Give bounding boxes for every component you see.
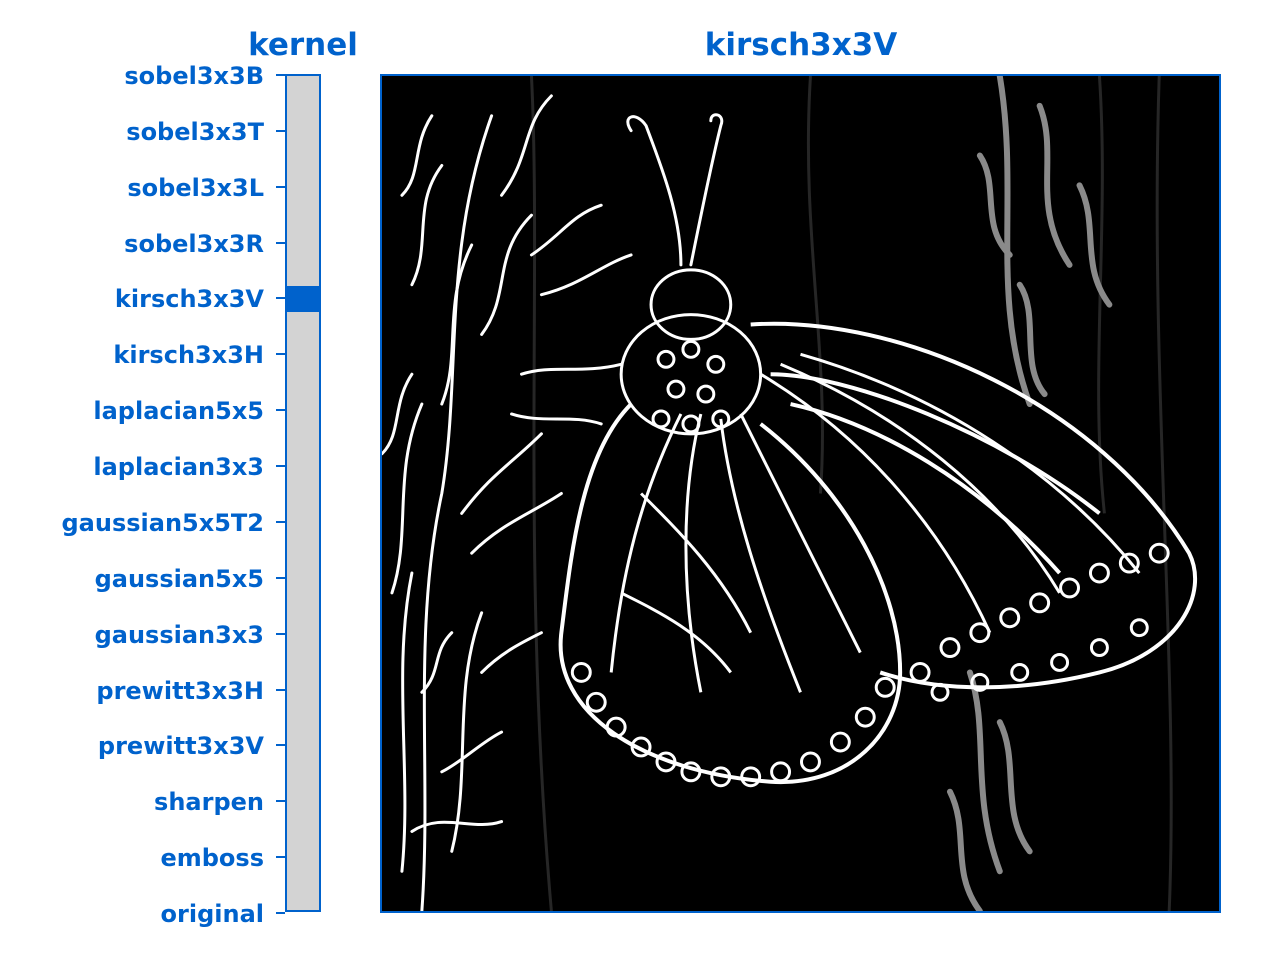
kernel-slider-tick: [276, 465, 285, 468]
image-panel-title: kirsch3x3V: [704, 27, 898, 63]
kernel-slider-tick: [276, 241, 285, 244]
kernel-option-sobel3x3b[interactable]: sobel3x3B: [124, 64, 264, 88]
kernel-option-sobel3x3r[interactable]: sobel3x3R: [124, 232, 264, 256]
kernel-slider-tick: [276, 744, 285, 747]
kernel-slider-handle[interactable]: [287, 286, 319, 313]
kernel-slider-tick: [276, 409, 285, 412]
kernel-slider-tick: [276, 576, 285, 579]
kernel-slider-tick: [276, 297, 285, 300]
kernel-option-sobel3x3t[interactable]: sobel3x3T: [126, 120, 264, 144]
kernel-slider-tick: [276, 520, 285, 523]
kernel-option-original[interactable]: original: [161, 902, 264, 926]
kernel-slider-tick: [276, 632, 285, 635]
butterfly-edge-detection-image: [382, 76, 1219, 911]
kernel-panel-title: kernel: [248, 27, 358, 63]
kernel-slider-tick: [276, 688, 285, 691]
kernel-option-gaussian5x5t2[interactable]: gaussian5x5T2: [62, 511, 265, 535]
kernel-option-sharpen[interactable]: sharpen: [154, 790, 264, 814]
kernel-option-laplacian5x5[interactable]: laplacian5x5: [93, 399, 264, 423]
kernel-slider-tick: [276, 856, 285, 859]
kernel-slider[interactable]: [285, 74, 321, 912]
kernel-option-gaussian3x3[interactable]: gaussian3x3: [95, 623, 264, 647]
kernel-slider-tick: [276, 800, 285, 803]
kernel-option-prewitt3x3v[interactable]: prewitt3x3V: [98, 734, 264, 758]
kernel-option-emboss[interactable]: emboss: [160, 846, 264, 870]
kernel-slider-tick: [276, 185, 285, 188]
kernel-option-sobel3x3l[interactable]: sobel3x3L: [127, 176, 264, 200]
kernel-option-kirsch3x3v[interactable]: kirsch3x3V: [115, 287, 264, 311]
filtered-image-panel: [380, 74, 1221, 913]
kernel-slider-tick: [276, 353, 285, 356]
kernel-slider-tick: [276, 912, 285, 914]
kernel-slider-tick: [276, 74, 285, 76]
kernel-option-gaussian5x5[interactable]: gaussian5x5: [95, 567, 264, 591]
kernel-option-laplacian3x3[interactable]: laplacian3x3: [93, 455, 264, 479]
kernel-option-kirsch3x3h[interactable]: kirsch3x3H: [113, 343, 264, 367]
kernel-option-prewitt3x3h[interactable]: prewitt3x3H: [96, 679, 264, 703]
kernel-slider-tick: [276, 129, 285, 132]
